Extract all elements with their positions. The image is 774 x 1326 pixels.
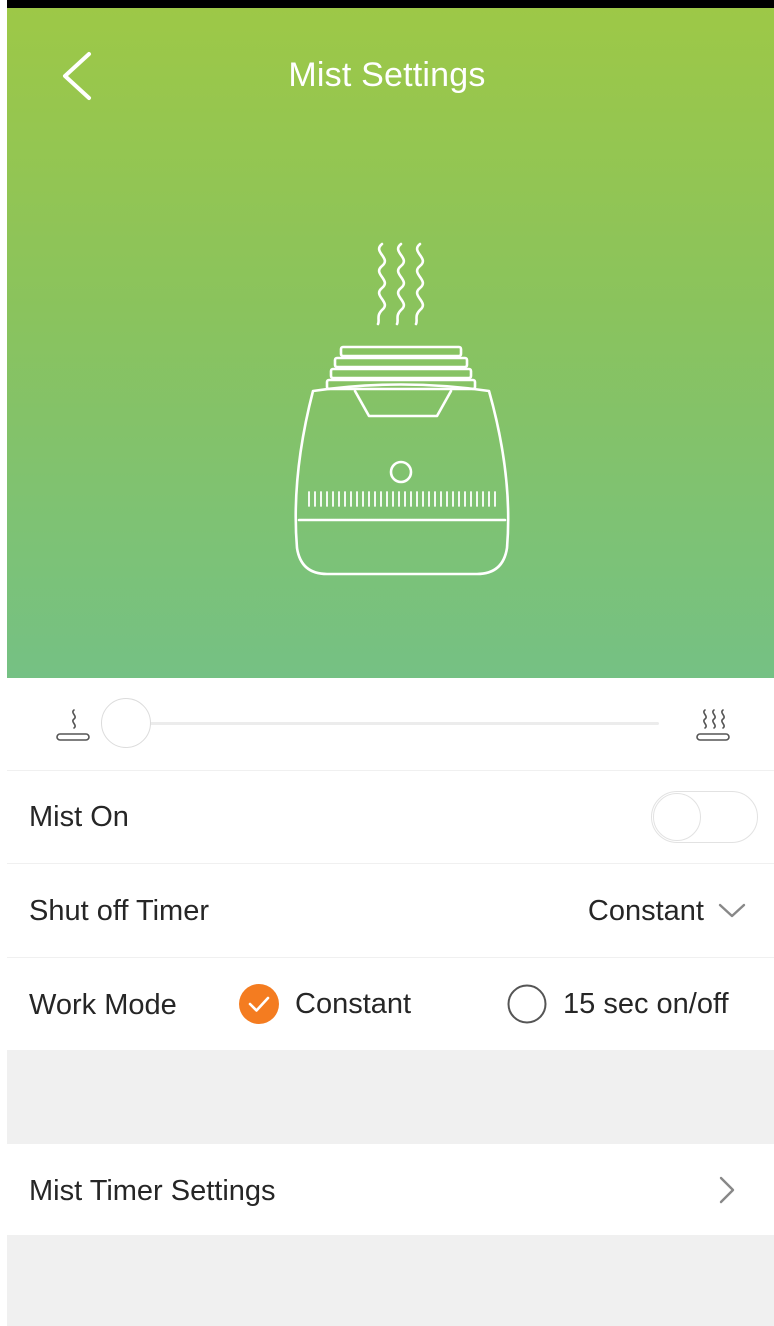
chevron-down-icon [718, 903, 746, 918]
hero-panel: Mist Settings [7, 8, 774, 678]
frame-edge [0, 0, 7, 1326]
shut-off-timer-label: Shut off Timer [29, 895, 209, 927]
status-bar [0, 0, 774, 8]
mist-timer-settings-label: Mist Timer Settings [29, 1175, 276, 1207]
toggle-knob [653, 793, 701, 841]
mist-on-label: Mist On [29, 801, 129, 833]
chevron-right-icon [719, 1176, 735, 1204]
shut-off-timer-row[interactable]: Shut off Timer Constant [7, 864, 774, 957]
work-mode-row: Work Mode Constant 15 sec on/off [7, 958, 774, 1050]
mist-level-slider-thumb[interactable] [101, 698, 151, 748]
work-mode-option-label: 15 sec on/off [563, 987, 729, 1020]
unchecked-radio-icon [507, 984, 547, 1024]
shut-off-timer-value: Constant [587, 894, 704, 927]
work-mode-option-label: Constant [295, 987, 412, 1020]
work-mode-label: Work Mode [29, 989, 177, 1021]
shut-off-timer-dropdown[interactable]: Constant [588, 894, 746, 928]
page-title: Mist Settings [288, 56, 486, 94]
checked-radio-icon [239, 984, 279, 1024]
mist-on-row: Mist On [7, 771, 774, 863]
mist-level-track[interactable] [127, 722, 659, 725]
triple-mist-icon [696, 709, 730, 741]
mist-on-toggle[interactable] [651, 791, 758, 843]
single-mist-icon [56, 709, 90, 741]
mist-timer-settings-row[interactable]: Mist Timer Settings [7, 1144, 774, 1235]
diffuser-device-illustration [294, 242, 510, 576]
work-mode-option-15sec[interactable]: 15 sec on/off [507, 982, 729, 1026]
mist-level-row [7, 678, 774, 770]
work-mode-option-constant[interactable]: Constant [239, 982, 411, 1026]
